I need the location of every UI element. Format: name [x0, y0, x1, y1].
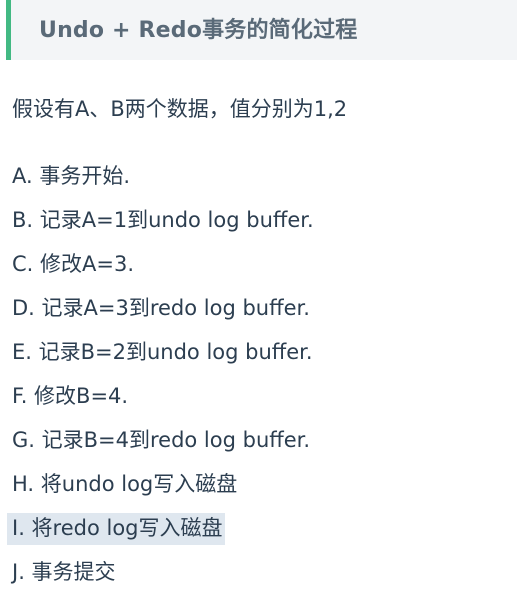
- step-list: A. 事务开始. B. 记录A=1到undo log buffer. C. 修改…: [0, 154, 314, 594]
- step-item-h: H. 将undo log写入磁盘: [0, 462, 314, 506]
- step-item-d: D. 记录A=3到redo log buffer.: [0, 286, 314, 330]
- step-item-i: I. 将redo log写入磁盘: [0, 506, 314, 550]
- step-text: D. 记录A=3到redo log buffer.: [12, 296, 310, 320]
- step-item-f: F. 修改B=4.: [0, 374, 314, 418]
- step-text: G. 记录B=4到redo log buffer.: [12, 428, 311, 452]
- step-text-selected: I. 将redo log写入磁盘: [7, 513, 225, 545]
- step-item-e: E. 记录B=2到undo log buffer.: [0, 330, 314, 374]
- section-heading-title: Undo + Redo事务的简化过程: [39, 18, 358, 43]
- step-text: B. 记录A=1到undo log buffer.: [12, 208, 314, 232]
- section-heading: Undo + Redo事务的简化过程: [6, 0, 517, 60]
- step-text: A. 事务开始.: [12, 164, 131, 188]
- step-text: J. 事务提交: [12, 560, 116, 584]
- step-text: H. 将undo log写入磁盘: [12, 472, 238, 496]
- intro-paragraph: 假设有A、B两个数据，值分别为1,2: [12, 97, 348, 121]
- step-item-c: C. 修改A=3.: [0, 242, 314, 286]
- step-text: E. 记录B=2到undo log buffer.: [12, 340, 313, 364]
- step-item-b: B. 记录A=1到undo log buffer.: [0, 198, 314, 242]
- step-text: F. 修改B=4.: [12, 384, 129, 408]
- step-item-g: G. 记录B=4到redo log buffer.: [0, 418, 314, 462]
- step-item-a: A. 事务开始.: [0, 154, 314, 198]
- step-item-j: J. 事务提交: [0, 550, 314, 594]
- step-text: C. 修改A=3.: [12, 252, 135, 276]
